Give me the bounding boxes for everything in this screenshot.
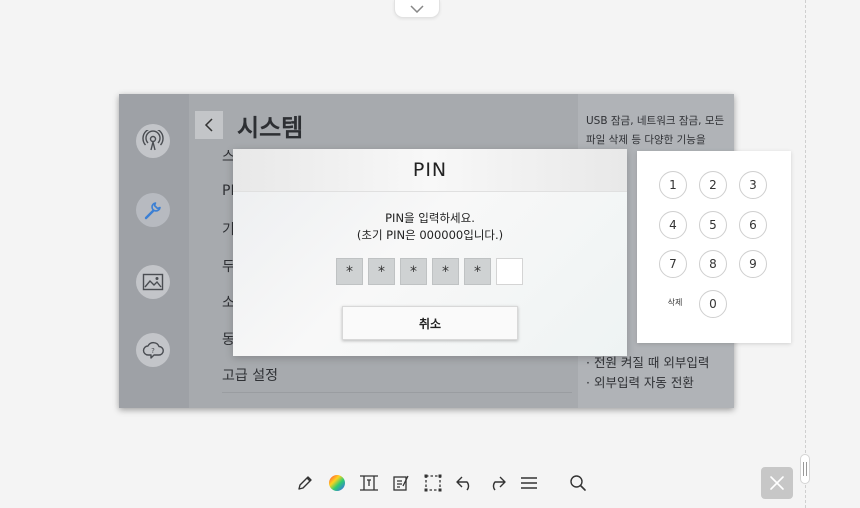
note-tool-button[interactable] bbox=[390, 471, 412, 495]
rail-item-picture[interactable] bbox=[136, 265, 170, 299]
wrench-icon bbox=[144, 202, 161, 220]
search-icon bbox=[570, 475, 586, 491]
key-7[interactable]: 7 bbox=[659, 250, 687, 278]
close-icon bbox=[770, 476, 784, 490]
key-5[interactable]: 5 bbox=[699, 211, 727, 239]
broadcast-icon bbox=[142, 130, 164, 151]
resize-handle[interactable] bbox=[800, 454, 810, 484]
redo-button[interactable] bbox=[486, 471, 508, 495]
pin-message-line-2: (초기 PIN은 000000입니다.) bbox=[356, 228, 504, 242]
pin-digit-3[interactable]: * bbox=[400, 258, 427, 285]
key-1[interactable]: 1 bbox=[659, 171, 687, 199]
page-title: 시스템 bbox=[237, 114, 304, 142]
picture-icon bbox=[142, 273, 164, 291]
pin-digit-5[interactable]: * bbox=[464, 258, 491, 285]
selection-icon bbox=[424, 474, 442, 492]
select-tool-button[interactable] bbox=[422, 471, 444, 495]
undo-icon bbox=[456, 476, 470, 491]
close-button[interactable] bbox=[761, 467, 793, 499]
menu-item-advanced-settings[interactable]: 고급 설정 bbox=[222, 365, 278, 385]
redo-icon bbox=[492, 476, 506, 491]
rail-item-support[interactable]: ? bbox=[136, 333, 170, 367]
undo-button[interactable] bbox=[454, 471, 476, 495]
key-6[interactable]: 6 bbox=[739, 211, 767, 239]
description-line-auto-switch: · 외부입력 자동 전환 bbox=[586, 375, 694, 390]
menu-button[interactable] bbox=[518, 471, 540, 495]
menu-icon bbox=[521, 477, 537, 489]
cancel-button[interactable]: 취소 bbox=[342, 306, 518, 340]
key-0[interactable]: 0 bbox=[699, 290, 727, 318]
text-frame-icon bbox=[360, 475, 378, 491]
page-boundary-line bbox=[805, 0, 806, 508]
pin-digit-2[interactable]: * bbox=[368, 258, 395, 285]
pin-dialog-header: PIN bbox=[233, 149, 627, 192]
key-4[interactable]: 4 bbox=[659, 211, 687, 239]
chevron-left-icon bbox=[204, 118, 213, 132]
color-wheel-icon bbox=[329, 475, 345, 491]
number-keypad: 1 2 3 4 5 6 7 8 9 삭제 0 bbox=[637, 151, 791, 343]
back-button[interactable] bbox=[195, 111, 223, 139]
pencil-icon bbox=[298, 476, 312, 490]
pin-digit-6[interactable] bbox=[496, 258, 523, 285]
pen-tool-button[interactable] bbox=[294, 471, 316, 495]
collapse-toggle-button[interactable] bbox=[394, 0, 440, 18]
chevron-down-icon bbox=[410, 4, 424, 13]
pin-entry: * * * * * bbox=[336, 258, 523, 285]
pin-digit-1[interactable]: * bbox=[336, 258, 363, 285]
color-picker-button[interactable] bbox=[326, 471, 348, 495]
key-3[interactable]: 3 bbox=[739, 171, 767, 199]
description-text: USB 잠금, 네트워크 잠금, 모든 파일 삭제 등 다양한 기능을 bbox=[586, 115, 725, 146]
text-box-tool-button[interactable] bbox=[358, 471, 380, 495]
search-button[interactable] bbox=[567, 471, 589, 495]
pin-message-line-1: PIN을 입력하세요. bbox=[385, 211, 475, 225]
menu-divider bbox=[222, 392, 572, 393]
key-9[interactable]: 9 bbox=[739, 250, 767, 278]
delete-key[interactable]: 삭제 bbox=[663, 297, 687, 308]
pin-dialog-title: PIN bbox=[412, 159, 448, 181]
support-cloud-icon: ? bbox=[142, 341, 164, 359]
rail-item-broadcast[interactable] bbox=[136, 124, 170, 158]
key-8[interactable]: 8 bbox=[699, 250, 727, 278]
pin-dialog: PIN PIN을 입력하세요. (초기 PIN은 000000입니다.) * *… bbox=[233, 149, 627, 356]
edit-note-icon bbox=[393, 475, 409, 491]
key-2[interactable]: 2 bbox=[699, 171, 727, 199]
left-rail: ? bbox=[119, 94, 189, 408]
rail-item-system[interactable] bbox=[136, 193, 170, 227]
pin-digit-4[interactable]: * bbox=[432, 258, 459, 285]
svg-text:?: ? bbox=[151, 347, 155, 355]
